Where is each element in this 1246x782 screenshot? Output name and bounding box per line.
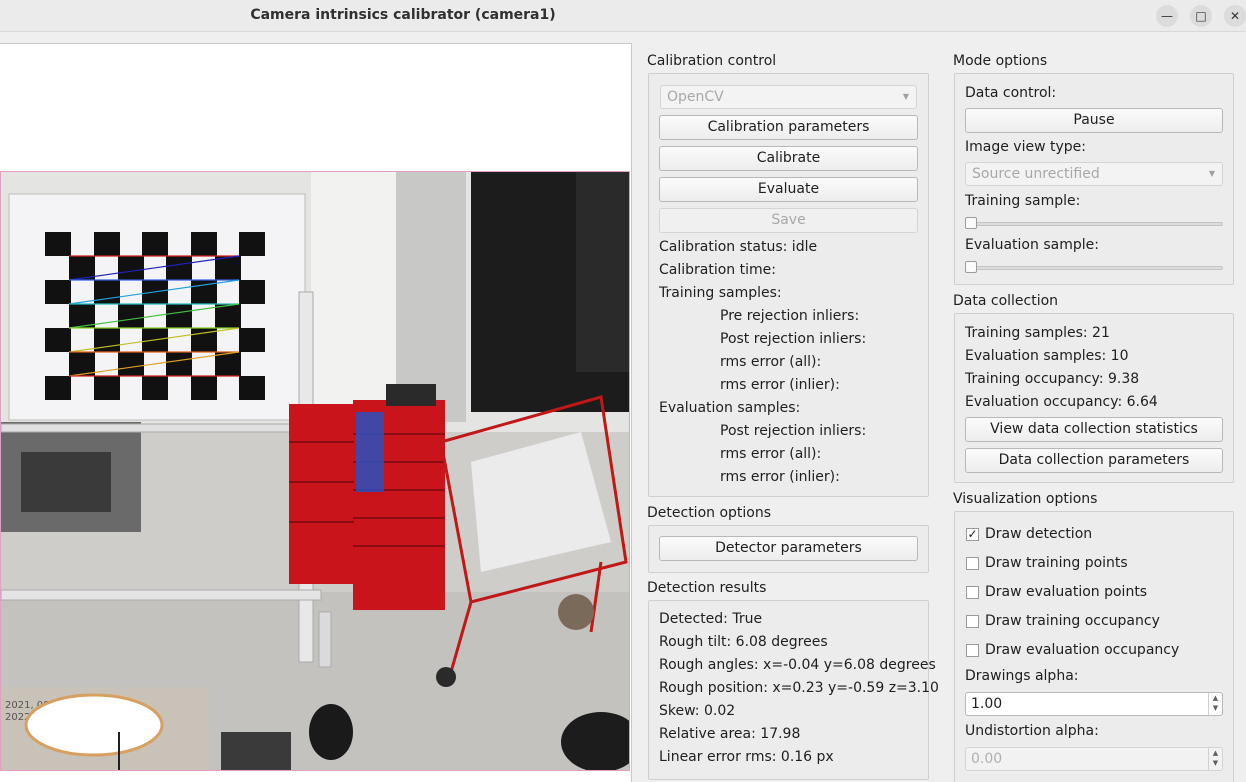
evaluation-sample-label: Evaluation sample: [965, 237, 1099, 253]
evaluation-samples-label: Evaluation samples: [659, 400, 801, 416]
training-sample-label: Training sample: [965, 193, 1081, 209]
slider-handle[interactable] [965, 261, 977, 273]
close-icon: ✕ [1229, 9, 1241, 23]
draw-evaluation-occupancy-checkbox[interactable] [966, 644, 979, 657]
draw-training-occupancy-checkbox[interactable] [966, 615, 979, 628]
eval-rms-error-all: rms error (all): [720, 446, 822, 462]
rough-angles: Rough angles: x=-0.04 y=6.08 degrees [659, 657, 936, 673]
view-data-collection-statistics-button[interactable]: View data collection statistics [965, 417, 1223, 442]
slider-handle[interactable] [965, 217, 977, 229]
drawings-alpha-value: 1.00 [971, 696, 1003, 712]
title-bar: Camera intrinsics calibrator (camera1) —… [0, 0, 1246, 32]
data-control-label: Data control: [965, 85, 1057, 101]
calibrate-button[interactable]: Calibrate [659, 146, 918, 171]
detected-value: Detected: True [659, 611, 763, 627]
spin-arrows-icon[interactable]: ▲ ▼ [1208, 693, 1222, 715]
data-collection-group: Training samples: 21 Evaluation samples:… [954, 313, 1234, 483]
training-sample-slider[interactable] [965, 216, 1223, 230]
draw-evaluation-points-label[interactable]: Draw evaluation points [985, 584, 1147, 600]
draw-detection-label[interactable]: Draw detection [985, 526, 1092, 542]
detection-results-group: Detected: True Rough tilt: 6.08 degrees … [648, 600, 939, 780]
calibration-control-group: OpenCV ▼ Calibration parameters Calibrat… [648, 73, 929, 497]
drawings-alpha-label: Drawings alpha: [965, 668, 1079, 684]
maximize-button[interactable]: □ [1190, 5, 1212, 27]
spin-arrows-icon[interactable]: ▲ ▼ [1208, 748, 1222, 770]
data-collection-parameters-button[interactable]: Data collection parameters [965, 448, 1223, 473]
draw-detection-checkbox[interactable]: ✓ [966, 528, 979, 541]
image-view[interactable]: 2021, 08 2022 [0, 43, 632, 782]
calibration-parameters-button[interactable]: Calibration parameters [659, 115, 918, 140]
save-button[interactable]: Save [659, 208, 918, 233]
draw-training-occupancy-label[interactable]: Draw training occupancy [985, 613, 1160, 629]
draw-evaluation-points-checkbox[interactable] [966, 586, 979, 599]
maximize-icon: □ [1195, 9, 1207, 23]
rough-position: Rough position: x=0.23 y=-0.59 z=3.10 [659, 680, 939, 696]
calibrator-type-value: OpenCV [667, 89, 724, 105]
data-collection-title: Data collection [953, 293, 1059, 309]
visualization-options-title: Visualization options [953, 491, 1098, 507]
close-button[interactable]: ✕ [1224, 5, 1246, 27]
visualization-options-group: ✓ Draw detection Draw training points Dr… [954, 511, 1234, 782]
rms-error-all: rms error (all): [720, 354, 822, 370]
eval-post-rejection-inliers: Post rejection inliers: [720, 423, 867, 439]
slider-track [965, 266, 1223, 270]
window-title: Camera intrinsics calibrator (camera1) [250, 7, 556, 23]
image-view-type-label: Image view type: [965, 139, 1086, 155]
camera-scene: 2021, 08 2022 [1, 172, 629, 770]
dc-training-samples: Training samples: 21 [965, 325, 1110, 341]
detection-options-title: Detection options [647, 505, 772, 521]
relative-area: Relative area: 17.98 [659, 726, 801, 742]
skew: Skew: 0.02 [659, 703, 736, 719]
rough-tilt: Rough tilt: 6.08 degrees [659, 634, 828, 650]
draw-training-points-checkbox[interactable] [966, 557, 979, 570]
pre-rejection-inliers: Pre rejection inliers: [720, 308, 860, 324]
calibration-status: Calibration status: idle [659, 239, 818, 255]
calibrator-type-combo[interactable]: OpenCV ▼ [660, 85, 917, 109]
dc-evaluation-samples: Evaluation samples: 10 [965, 348, 1129, 364]
post-rejection-inliers: Post rejection inliers: [720, 331, 867, 347]
minimize-button[interactable]: — [1156, 5, 1178, 27]
pause-button[interactable]: Pause [965, 108, 1223, 133]
detection-results-title: Detection results [647, 580, 767, 596]
rms-error-inlier: rms error (inlier): [720, 377, 840, 393]
mode-options-title: Mode options [953, 53, 1048, 69]
dc-training-occupancy: Training occupancy: 9.38 [965, 371, 1140, 387]
draw-training-points-label[interactable]: Draw training points [985, 555, 1128, 571]
chevron-down-icon: ▼ [1208, 169, 1215, 178]
detector-parameters-button[interactable]: Detector parameters [659, 536, 918, 561]
mode-options-group: Data control: Pause Image view type: Sou… [954, 73, 1234, 285]
calibration-time: Calibration time: [659, 262, 776, 278]
evaluation-sample-slider[interactable] [965, 260, 1223, 274]
evaluate-button[interactable]: Evaluate [659, 177, 918, 202]
camera-image[interactable]: 2021, 08 2022 [0, 171, 630, 771]
dc-evaluation-occupancy: Evaluation occupancy: 6.64 [965, 394, 1158, 410]
undistortion-alpha-spinbox[interactable]: 0.00 ▲ ▼ [965, 747, 1223, 771]
linear-error-rms: Linear error rms: 0.16 px [659, 749, 834, 765]
minimize-icon: — [1161, 9, 1173, 23]
chevron-down-icon: ▼ [902, 92, 909, 101]
image-view-type-combo[interactable]: Source unrectified ▼ [965, 162, 1223, 186]
undistortion-alpha-label: Undistortion alpha: [965, 723, 1099, 739]
image-view-type-value: Source unrectified [972, 166, 1100, 182]
draw-evaluation-occupancy-label[interactable]: Draw evaluation occupancy [985, 642, 1179, 658]
undistortion-alpha-value: 0.00 [971, 751, 1003, 767]
calibration-control-title: Calibration control [647, 53, 777, 69]
drawings-alpha-spinbox[interactable]: 1.00 ▲ ▼ [965, 692, 1223, 716]
training-samples-label: Training samples: [659, 285, 782, 301]
eval-rms-error-inlier: rms error (inlier): [720, 469, 840, 485]
slider-track [965, 222, 1223, 226]
detection-options-group: Detector parameters [648, 525, 929, 573]
